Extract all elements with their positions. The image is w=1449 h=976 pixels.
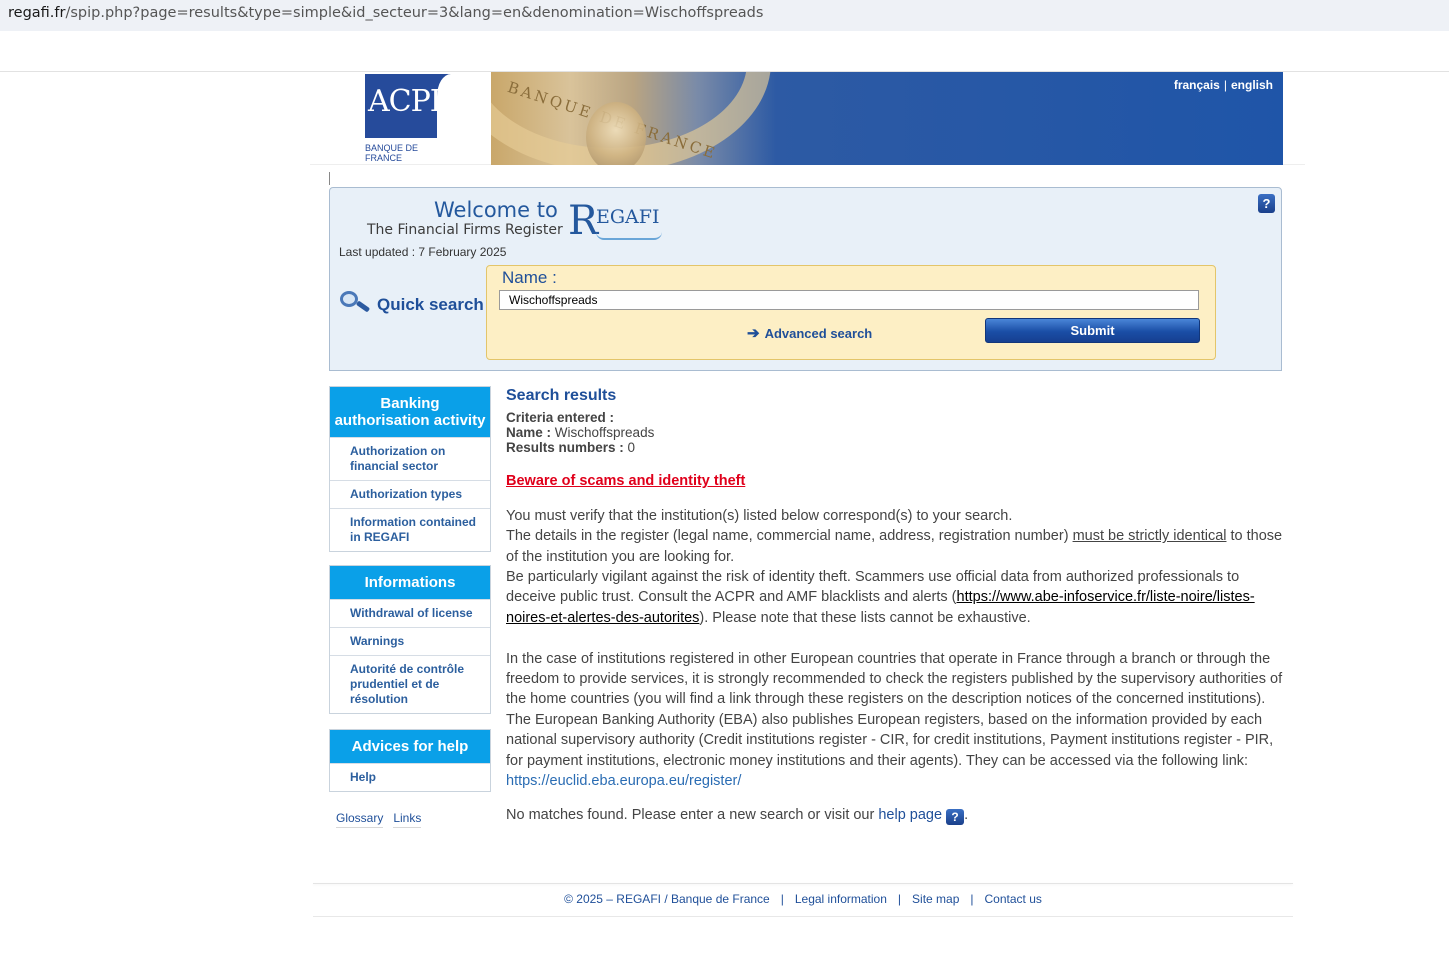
name-input[interactable] bbox=[499, 290, 1199, 310]
site-header: ACPR BANQUE DE FRANCE BANQUE DE FRANCE f… bbox=[310, 72, 1305, 165]
search-results: Search results Criteria entered : Name :… bbox=[506, 386, 1286, 826]
arrow-right-icon: ➔ bbox=[747, 325, 760, 342]
no-match-period: . bbox=[964, 807, 969, 824]
notice-paragraph-2: The details in the register (legal name,… bbox=[506, 526, 1286, 567]
name-label: Name : bbox=[502, 268, 557, 287]
notice-p3-text-end: ). Please note that these lists cannot b… bbox=[699, 609, 1031, 626]
sidebar-item-authorization-financial[interactable]: Authorization on financial sector bbox=[330, 437, 490, 480]
footer-sitemap-link[interactable]: Site map bbox=[912, 892, 959, 906]
sidebar-informations-title: Informations bbox=[330, 566, 490, 599]
advanced-search-label: Advanced search bbox=[764, 326, 873, 341]
footer-legal-link[interactable]: Legal information bbox=[795, 892, 887, 906]
quick-search-label: Quick search bbox=[377, 295, 484, 314]
strictly-identical-text: must be strictly identical bbox=[1072, 528, 1227, 545]
footer-divider-bottom bbox=[313, 916, 1293, 917]
sidebar-bottom-links: Glossary Links bbox=[336, 811, 431, 828]
help-icon[interactable]: ? bbox=[946, 809, 965, 826]
sidebar-item-authorization-types[interactable]: Authorization types bbox=[330, 480, 490, 508]
sidebar-banking-title: Banking authorisation activity bbox=[330, 387, 490, 437]
criteria-name: Name : Wischoffspreads bbox=[506, 425, 1286, 440]
sidebar-informations-block: Informations Withdrawal of license Warni… bbox=[329, 565, 491, 714]
notice-p2-text: The details in the register (legal name,… bbox=[506, 528, 1073, 545]
sidebar-item-information-regafi[interactable]: Information contained in REGAFI bbox=[330, 508, 490, 551]
footer-divider-top bbox=[313, 883, 1293, 884]
regafi-logo: R EGAFI bbox=[568, 198, 668, 244]
sidebar-help-title: Advices for help bbox=[330, 730, 490, 763]
lang-francais-link[interactable]: français bbox=[1174, 78, 1220, 92]
notice-paragraph-3: Be particularly vigilant against the ris… bbox=[506, 567, 1286, 628]
results-title: Search results bbox=[506, 387, 617, 404]
criteria-label: Criteria entered : bbox=[506, 410, 615, 426]
language-switch: français | english bbox=[1174, 78, 1273, 92]
links-link[interactable]: Links bbox=[393, 811, 422, 828]
notice-paragraph-4: In the case of institutions registered i… bbox=[506, 650, 1283, 708]
sidebar-help-block: Advices for help Help bbox=[329, 729, 491, 792]
regafi-logo-text: EGAFI bbox=[596, 206, 660, 228]
banner-image: BANQUE DE FRANCE bbox=[491, 72, 1283, 165]
help-icon[interactable]: ? bbox=[1258, 194, 1275, 213]
footer-separator: | bbox=[780, 892, 784, 906]
address-bar[interactable]: regafi.fr/spip.php?page=results&type=sim… bbox=[0, 0, 1449, 31]
acpr-logo[interactable]: ACPR BANQUE DE FRANCE bbox=[365, 74, 452, 163]
footer-separator: | bbox=[897, 892, 902, 906]
magnifier-icon bbox=[340, 291, 371, 313]
help-page-link[interactable]: help page bbox=[878, 807, 942, 823]
submit-button[interactable]: Submit bbox=[985, 318, 1200, 343]
regafi-logo-r: R bbox=[568, 198, 599, 244]
logo-text: ACPR bbox=[368, 84, 452, 119]
last-updated: Last updated : 7 February 2025 bbox=[339, 245, 507, 259]
site-footer: © 2025 – REGAFI / Banque de France | Legal… bbox=[313, 892, 1293, 906]
banner-medallion bbox=[586, 102, 646, 165]
lang-english-link[interactable]: english bbox=[1231, 78, 1273, 92]
sidebar-banking-block: Banking authorisation activity Authoriza… bbox=[329, 386, 491, 552]
criteria-name-label: Name : bbox=[506, 425, 552, 441]
notice-paragraph-1: You must verify that the institution(s) … bbox=[506, 507, 1013, 524]
glossary-link[interactable]: Glossary bbox=[336, 811, 384, 828]
advanced-search-link[interactable]: ➔ Advanced search bbox=[747, 324, 872, 342]
sidebar-item-warnings[interactable]: Warnings bbox=[330, 627, 490, 655]
no-match-message: No matches found. Please enter a new sea… bbox=[506, 805, 1286, 826]
verification-notice: You must verify that the institution(s) … bbox=[506, 506, 1286, 792]
footer-separator: | bbox=[970, 892, 974, 906]
logo-subtext: BANQUE DE FRANCE bbox=[365, 138, 451, 163]
sidebar-item-withdrawal[interactable]: Withdrawal of license bbox=[330, 599, 490, 627]
register-subtitle: The Financial Firms Register bbox=[367, 222, 563, 238]
results-count: Results numbers : 0 bbox=[506, 440, 1286, 455]
criteria-entered: Criteria entered : bbox=[506, 410, 1286, 425]
search-panel: Welcome to The Financial Firms Register … bbox=[329, 187, 1282, 371]
divider-mark bbox=[329, 172, 330, 185]
sidebar-item-acpr[interactable]: Autorité de contrôle prudentiel et de ré… bbox=[330, 655, 490, 713]
no-match-text: No matches found. Please enter a new sea… bbox=[506, 807, 879, 824]
footer-contact-link[interactable]: Contact us bbox=[985, 892, 1042, 906]
url-path: /spip.php?page=results&type=simple&id_se… bbox=[65, 5, 764, 21]
results-count-value: 0 bbox=[627, 440, 636, 456]
name-search-form: Name : ➔ Advanced search Submit bbox=[486, 265, 1216, 360]
footer-copyright[interactable]: © 2025 – REGAFI / Banque de France bbox=[564, 892, 770, 906]
criteria-name-value: Wischoffspreads bbox=[554, 425, 655, 441]
url-host: regafi.fr bbox=[8, 5, 66, 21]
welcome-heading: Welcome to bbox=[434, 198, 558, 222]
eba-register-link[interactable]: https://euclid.eba.europa.eu/register/ bbox=[506, 773, 741, 789]
regafi-wave-icon bbox=[596, 232, 662, 240]
scam-warning-link[interactable]: Beware of scams and identity theft bbox=[506, 471, 1286, 491]
results-count-label: Results numbers : bbox=[506, 440, 624, 456]
notice-paragraph-5: The European Banking Authority (EBA) als… bbox=[506, 711, 1274, 769]
sidebar-item-help[interactable]: Help bbox=[330, 763, 490, 791]
lang-separator: | bbox=[1223, 78, 1227, 92]
